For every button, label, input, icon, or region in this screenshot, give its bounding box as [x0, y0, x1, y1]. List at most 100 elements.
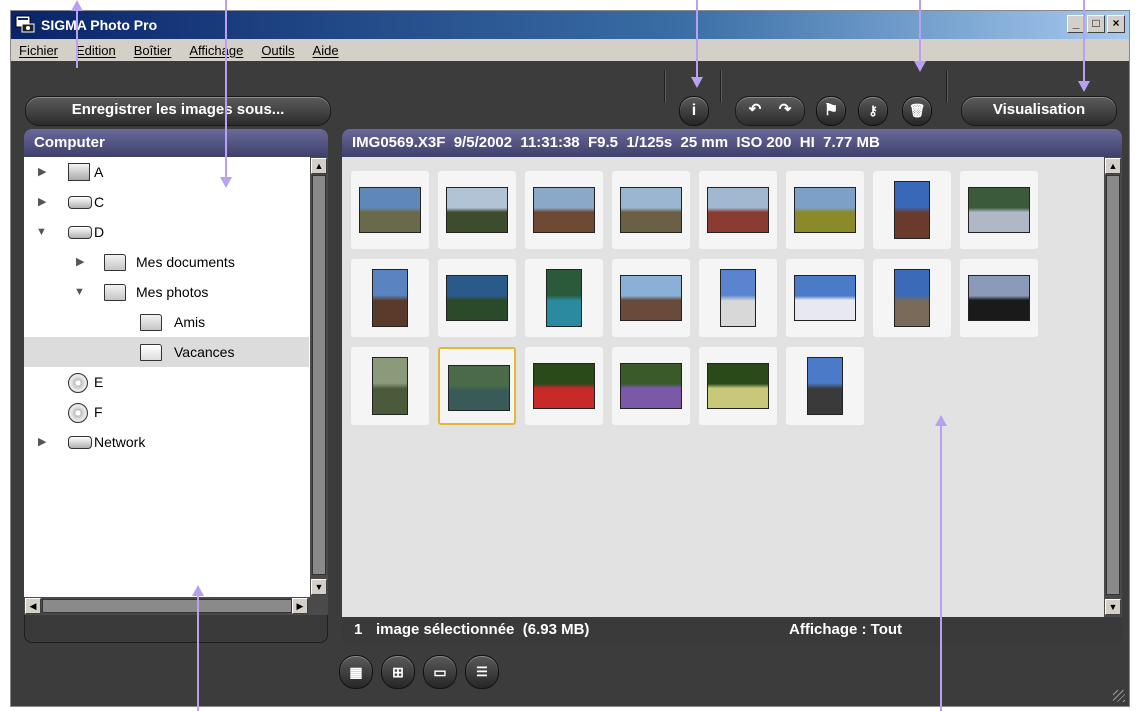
- thumbnail[interactable]: [699, 171, 777, 249]
- flag-icon[interactable]: ⚑: [816, 96, 846, 126]
- thumbnail-image: [446, 275, 508, 321]
- scroll-up-arrow-icon[interactable]: ▲: [1105, 158, 1121, 174]
- thumbnail[interactable]: [525, 347, 603, 425]
- callout-arrow: [691, 0, 703, 88]
- thumbnail[interactable]: [786, 347, 864, 425]
- thumbnail[interactable]: [351, 171, 429, 249]
- thumbnail-image: [968, 275, 1030, 321]
- save-images-as-button[interactable]: Enregistrer les images sous...: [25, 96, 331, 126]
- thumbnail[interactable]: [699, 259, 777, 337]
- tree-item-label: E: [94, 374, 104, 390]
- selection-count: 1: [354, 621, 363, 638]
- thumbnail[interactable]: [873, 171, 951, 249]
- thumbnail[interactable]: [438, 347, 516, 425]
- resize-grip-icon[interactable]: [1113, 690, 1125, 702]
- scroll-thumb[interactable]: [1106, 175, 1120, 595]
- drive-icon: [68, 196, 92, 209]
- thumbnail-image: [620, 187, 682, 233]
- thumbnail[interactable]: [786, 259, 864, 337]
- visualisation-button[interactable]: Visualisation: [961, 96, 1117, 126]
- tree-item-network[interactable]: ▶ Network: [24, 427, 309, 457]
- collapse-arrow-icon[interactable]: ▼: [74, 277, 85, 307]
- thumbnail[interactable]: [612, 171, 690, 249]
- maximize-button[interactable]: □: [1087, 15, 1105, 33]
- tree-item-vacances[interactable]: Vacances: [24, 337, 309, 367]
- scroll-left-arrow-icon[interactable]: ◀: [25, 598, 41, 614]
- thumbnail[interactable]: [960, 171, 1038, 249]
- tree-item-amis[interactable]: Amis: [24, 307, 309, 337]
- single-view-icon[interactable]: ▭: [423, 655, 457, 689]
- toolbar-separator: [946, 70, 948, 102]
- thumbnail-panel: IMG0569.X3F 9/5/2002 11:31:38 F9.5 1/125…: [342, 129, 1122, 643]
- toolbar-separator: [720, 70, 722, 102]
- menu-aide[interactable]: Aide: [313, 43, 339, 58]
- callout-arrow: [192, 585, 204, 711]
- thumbnail-grid: ▲ ▼: [342, 157, 1122, 617]
- tree-item-mes-documents[interactable]: ▶ Mes documents: [24, 247, 309, 277]
- thumbnail[interactable]: [873, 259, 951, 337]
- scroll-down-arrow-icon[interactable]: ▼: [1105, 599, 1121, 615]
- detail-view-icon[interactable]: ☰: [465, 655, 499, 689]
- selection-text: image sélectionnée (6.93 MB): [376, 621, 590, 638]
- expand-arrow-icon[interactable]: ▶: [38, 427, 46, 457]
- thumbnail[interactable]: [960, 259, 1038, 337]
- callout-arrow: [220, 0, 232, 188]
- thumbnail[interactable]: [438, 259, 516, 337]
- menu-affichage[interactable]: Affichage: [189, 43, 243, 58]
- tree-vertical-scrollbar[interactable]: ▲ ▼: [310, 157, 328, 597]
- scroll-thumb[interactable]: [42, 599, 292, 613]
- menu-fichier[interactable]: Fichier: [19, 43, 58, 58]
- thumbnail-image: [533, 187, 595, 233]
- expand-arrow-icon[interactable]: ▶: [38, 187, 46, 217]
- tree-item-label: Amis: [174, 314, 206, 330]
- expand-arrow-icon[interactable]: ▶: [38, 157, 46, 187]
- thumbnail[interactable]: [612, 347, 690, 425]
- menu-bar: Fichier Edition Boîtier Affichage Outils…: [11, 39, 1129, 61]
- tree-item-d[interactable]: ▼ D: [24, 217, 309, 247]
- thumbnail-image: [372, 357, 408, 415]
- menu-boitier[interactable]: Boîtier: [134, 43, 172, 58]
- key-icon[interactable]: ⚷: [858, 96, 888, 126]
- rotate-right-icon[interactable]: ↷: [770, 97, 800, 123]
- cd-drive-icon: [68, 403, 88, 423]
- tree-item-c[interactable]: ▶ C: [24, 187, 309, 217]
- collapse-arrow-icon[interactable]: ▼: [36, 217, 47, 247]
- image-info-bar: IMG0569.X3F 9/5/2002 11:31:38 F9.5 1/125…: [342, 129, 1122, 157]
- grid-vertical-scrollbar[interactable]: ▲ ▼: [1104, 157, 1122, 617]
- thumbnail-image: [794, 187, 856, 233]
- callout-arrow: [71, 0, 83, 68]
- tree-item-f[interactable]: F: [24, 397, 309, 427]
- thumbnail[interactable]: [786, 171, 864, 249]
- tree-item-a[interactable]: ▶ A: [24, 157, 309, 187]
- thumbnail-image: [720, 269, 756, 327]
- thumbnail[interactable]: [438, 171, 516, 249]
- callout-arrow: [935, 415, 947, 711]
- toolbar-separator: [664, 70, 666, 102]
- menu-edition[interactable]: Edition: [76, 43, 116, 58]
- rotate-left-icon[interactable]: ↶: [740, 97, 770, 123]
- close-button[interactable]: ×: [1107, 15, 1125, 33]
- scroll-thumb[interactable]: [312, 175, 326, 575]
- thumbnail[interactable]: [612, 259, 690, 337]
- tree-item-mes-photos[interactable]: ▼ Mes photos: [24, 277, 309, 307]
- grid-small-icon[interactable]: ▦: [339, 655, 373, 689]
- menu-outils[interactable]: Outils: [261, 43, 294, 58]
- thumbnail[interactable]: [351, 347, 429, 425]
- folder-tree: ▶ A ▶ C ▼ D ▶ Mes documents ▼ Mes photos…: [24, 157, 328, 597]
- tree-horizontal-scrollbar[interactable]: ◀ ▶: [24, 597, 328, 615]
- grid-large-icon[interactable]: ⊞: [381, 655, 415, 689]
- app-icon: [15, 15, 35, 33]
- trash-icon[interactable]: 🗑: [902, 96, 932, 126]
- thumbnail[interactable]: [351, 259, 429, 337]
- toolbar: Enregistrer les images sous... i ↶ ↷ ⚑ ⚷ …: [11, 61, 1129, 126]
- scroll-up-arrow-icon[interactable]: ▲: [311, 158, 327, 174]
- scroll-down-arrow-icon[interactable]: ▼: [311, 579, 327, 595]
- thumbnail[interactable]: [525, 171, 603, 249]
- thumbnail[interactable]: [525, 259, 603, 337]
- expand-arrow-icon[interactable]: ▶: [76, 247, 84, 277]
- info-icon[interactable]: i: [679, 96, 709, 126]
- tree-item-e[interactable]: E: [24, 367, 309, 397]
- tree-item-label: Network: [94, 434, 146, 450]
- scroll-right-arrow-icon[interactable]: ▶: [292, 598, 308, 614]
- thumbnail[interactable]: [699, 347, 777, 425]
